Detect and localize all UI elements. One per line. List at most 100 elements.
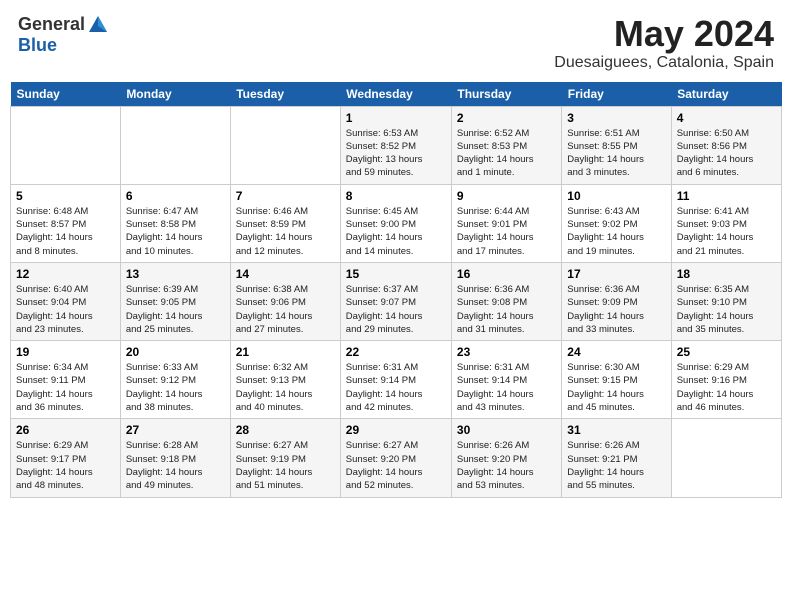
- day-cell: 23 Sunrise: 6:31 AMSunset: 9:14 PMDayligh…: [451, 341, 561, 419]
- day-cell: 10 Sunrise: 6:43 AMSunset: 9:02 PMDayligh…: [562, 184, 671, 262]
- day-info: Sunrise: 6:48 AMSunset: 8:57 PMDaylight:…: [16, 205, 115, 258]
- day-number: 21: [236, 345, 335, 359]
- day-info: Sunrise: 6:28 AMSunset: 9:18 PMDaylight:…: [126, 439, 225, 492]
- day-info: Sunrise: 6:35 AMSunset: 9:10 PMDaylight:…: [677, 283, 776, 336]
- day-cell: [230, 106, 340, 184]
- day-info: Sunrise: 6:40 AMSunset: 9:04 PMDaylight:…: [16, 283, 115, 336]
- day-number: 2: [457, 111, 556, 125]
- day-number: 17: [567, 267, 665, 281]
- day-cell: [11, 106, 121, 184]
- day-info: Sunrise: 6:34 AMSunset: 9:11 PMDaylight:…: [16, 361, 115, 414]
- month-title: May 2024: [554, 14, 774, 54]
- week-row-4: 19Sunrise: 6:34 AMSunset: 9:11 PMDayligh…: [11, 341, 782, 419]
- day-number: 3: [567, 111, 665, 125]
- week-row-1: 1 Sunrise: 6:53 AMSunset: 8:52 PMDaylight…: [11, 106, 782, 184]
- day-number: 6: [126, 189, 225, 203]
- day-number: 20: [126, 345, 225, 359]
- day-info: Sunrise: 6:43 AMSunset: 9:02 PMDaylight:…: [567, 205, 665, 258]
- weekday-header-saturday: Saturday: [671, 82, 781, 107]
- day-cell: [120, 106, 230, 184]
- day-info: Sunrise: 6:51 AMSunset: 8:55 PMDaylight:…: [567, 127, 665, 180]
- logo-blue: Blue: [18, 35, 57, 55]
- day-cell: 28Sunrise: 6:27 AMSunset: 9:19 PMDayligh…: [230, 419, 340, 497]
- day-cell: 5 Sunrise: 6:48 AMSunset: 8:57 PMDaylight…: [11, 184, 121, 262]
- day-number: 14: [236, 267, 335, 281]
- day-cell: 25 Sunrise: 6:29 AMSunset: 9:16 PMDayligh…: [671, 341, 781, 419]
- day-number: 23: [457, 345, 556, 359]
- day-info: Sunrise: 6:39 AMSunset: 9:05 PMDaylight:…: [126, 283, 225, 336]
- day-cell: 1 Sunrise: 6:53 AMSunset: 8:52 PMDaylight…: [340, 106, 451, 184]
- day-info: Sunrise: 6:44 AMSunset: 9:01 PMDaylight:…: [457, 205, 556, 258]
- weekday-header-thursday: Thursday: [451, 82, 561, 107]
- day-info: Sunrise: 6:29 AMSunset: 9:17 PMDaylight:…: [16, 439, 115, 492]
- day-cell: 17 Sunrise: 6:36 AMSunset: 9:09 PMDayligh…: [562, 262, 671, 340]
- day-info: Sunrise: 6:27 AMSunset: 9:19 PMDaylight:…: [236, 439, 335, 492]
- day-number: 31: [567, 423, 665, 437]
- day-number: 4: [677, 111, 776, 125]
- day-cell: 9 Sunrise: 6:44 AMSunset: 9:01 PMDaylight…: [451, 184, 561, 262]
- day-info: Sunrise: 6:27 AMSunset: 9:20 PMDaylight:…: [346, 439, 446, 492]
- day-cell: 4 Sunrise: 6:50 AMSunset: 8:56 PMDaylight…: [671, 106, 781, 184]
- day-number: 1: [346, 111, 446, 125]
- day-info: Sunrise: 6:32 AMSunset: 9:13 PMDaylight:…: [236, 361, 335, 414]
- day-number: 10: [567, 189, 665, 203]
- week-row-5: 26Sunrise: 6:29 AMSunset: 9:17 PMDayligh…: [11, 419, 782, 497]
- day-cell: 7 Sunrise: 6:46 AMSunset: 8:59 PMDaylight…: [230, 184, 340, 262]
- day-cell: 27 Sunrise: 6:28 AMSunset: 9:18 PMDayligh…: [120, 419, 230, 497]
- day-number: 25: [677, 345, 776, 359]
- day-cell: 3 Sunrise: 6:51 AMSunset: 8:55 PMDaylight…: [562, 106, 671, 184]
- title-section: May 2024 Duesaiguees, Catalonia, Spain: [554, 14, 774, 72]
- weekday-header-tuesday: Tuesday: [230, 82, 340, 107]
- day-info: Sunrise: 6:38 AMSunset: 9:06 PMDaylight:…: [236, 283, 335, 336]
- day-number: 24: [567, 345, 665, 359]
- day-info: Sunrise: 6:53 AMSunset: 8:52 PMDaylight:…: [346, 127, 446, 180]
- logo-icon: [87, 14, 109, 36]
- day-cell: 12 Sunrise: 6:40 AMSunset: 9:04 PMDayligh…: [11, 262, 121, 340]
- day-info: Sunrise: 6:52 AMSunset: 8:53 PMDaylight:…: [457, 127, 556, 180]
- day-number: 5: [16, 189, 115, 203]
- week-row-2: 5 Sunrise: 6:48 AMSunset: 8:57 PMDaylight…: [11, 184, 782, 262]
- logo-general: General: [18, 15, 85, 35]
- day-info: Sunrise: 6:31 AMSunset: 9:14 PMDaylight:…: [346, 361, 446, 414]
- day-cell: 22 Sunrise: 6:31 AMSunset: 9:14 PMDayligh…: [340, 341, 451, 419]
- day-info: Sunrise: 6:29 AMSunset: 9:16 PMDaylight:…: [677, 361, 776, 414]
- day-number: 9: [457, 189, 556, 203]
- day-info: Sunrise: 6:36 AMSunset: 9:09 PMDaylight:…: [567, 283, 665, 336]
- day-number: 22: [346, 345, 446, 359]
- day-cell: 16 Sunrise: 6:36 AMSunset: 9:08 PMDayligh…: [451, 262, 561, 340]
- day-info: Sunrise: 6:31 AMSunset: 9:14 PMDaylight:…: [457, 361, 556, 414]
- day-cell: 11Sunrise: 6:41 AMSunset: 9:03 PMDayligh…: [671, 184, 781, 262]
- weekday-header-monday: Monday: [120, 82, 230, 107]
- day-cell: 6Sunrise: 6:47 AMSunset: 8:58 PMDaylight…: [120, 184, 230, 262]
- day-cell: 8 Sunrise: 6:45 AMSunset: 9:00 PMDaylight…: [340, 184, 451, 262]
- day-info: Sunrise: 6:26 AMSunset: 9:20 PMDaylight:…: [457, 439, 556, 492]
- day-cell: 24 Sunrise: 6:30 AMSunset: 9:15 PMDayligh…: [562, 341, 671, 419]
- day-number: 15: [346, 267, 446, 281]
- day-number: 11: [677, 189, 776, 203]
- day-info: Sunrise: 6:36 AMSunset: 9:08 PMDaylight:…: [457, 283, 556, 336]
- weekday-header-sunday: Sunday: [11, 82, 121, 107]
- day-cell: 13Sunrise: 6:39 AMSunset: 9:05 PMDayligh…: [120, 262, 230, 340]
- weekday-header-wednesday: Wednesday: [340, 82, 451, 107]
- week-row-3: 12 Sunrise: 6:40 AMSunset: 9:04 PMDayligh…: [11, 262, 782, 340]
- day-info: Sunrise: 6:30 AMSunset: 9:15 PMDaylight:…: [567, 361, 665, 414]
- day-info: Sunrise: 6:45 AMSunset: 9:00 PMDaylight:…: [346, 205, 446, 258]
- day-number: 16: [457, 267, 556, 281]
- day-cell: 26Sunrise: 6:29 AMSunset: 9:17 PMDayligh…: [11, 419, 121, 497]
- day-cell: 29Sunrise: 6:27 AMSunset: 9:20 PMDayligh…: [340, 419, 451, 497]
- day-number: 12: [16, 267, 115, 281]
- day-number: 7: [236, 189, 335, 203]
- day-cell: 14 Sunrise: 6:38 AMSunset: 9:06 PMDayligh…: [230, 262, 340, 340]
- day-number: 27: [126, 423, 225, 437]
- day-number: 8: [346, 189, 446, 203]
- day-cell: 18Sunrise: 6:35 AMSunset: 9:10 PMDayligh…: [671, 262, 781, 340]
- calendar-table: SundayMondayTuesdayWednesdayThursdayFrid…: [10, 82, 782, 498]
- day-cell: 15Sunrise: 6:37 AMSunset: 9:07 PMDayligh…: [340, 262, 451, 340]
- weekday-header-row: SundayMondayTuesdayWednesdayThursdayFrid…: [11, 82, 782, 107]
- weekday-header-friday: Friday: [562, 82, 671, 107]
- day-info: Sunrise: 6:46 AMSunset: 8:59 PMDaylight:…: [236, 205, 335, 258]
- day-cell: 21 Sunrise: 6:32 AMSunset: 9:13 PMDayligh…: [230, 341, 340, 419]
- page-header: General Blue May 2024 Duesaiguees, Catal…: [10, 10, 782, 76]
- day-number: 30: [457, 423, 556, 437]
- day-info: Sunrise: 6:50 AMSunset: 8:56 PMDaylight:…: [677, 127, 776, 180]
